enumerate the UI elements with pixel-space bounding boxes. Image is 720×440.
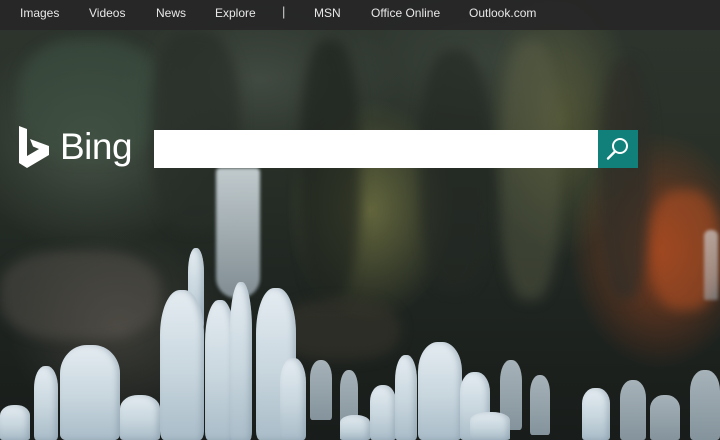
search-input[interactable] [154, 130, 598, 168]
top-navigation-bar: Images Videos News Explore | MSN Office … [0, 0, 720, 30]
nav-separator: | [282, 4, 286, 19]
search-icon [606, 138, 628, 160]
nav-office-online-link[interactable]: Office Online [371, 6, 440, 20]
nav-news-link[interactable]: News [156, 6, 186, 20]
bing-b-icon [19, 126, 49, 168]
nav-outlook-link[interactable]: Outlook.com [469, 6, 536, 20]
nav-msn-link[interactable]: MSN [314, 6, 341, 20]
nav-images-link[interactable]: Images [20, 6, 59, 20]
search-button[interactable] [598, 130, 638, 168]
nav-videos-link[interactable]: Videos [89, 6, 125, 20]
search-bar [154, 130, 638, 168]
nav-explore-link[interactable]: Explore [215, 6, 256, 20]
background-photo [0, 0, 720, 440]
logo-text: Bing [60, 126, 133, 167]
bing-logo[interactable]: Bing [18, 124, 133, 170]
